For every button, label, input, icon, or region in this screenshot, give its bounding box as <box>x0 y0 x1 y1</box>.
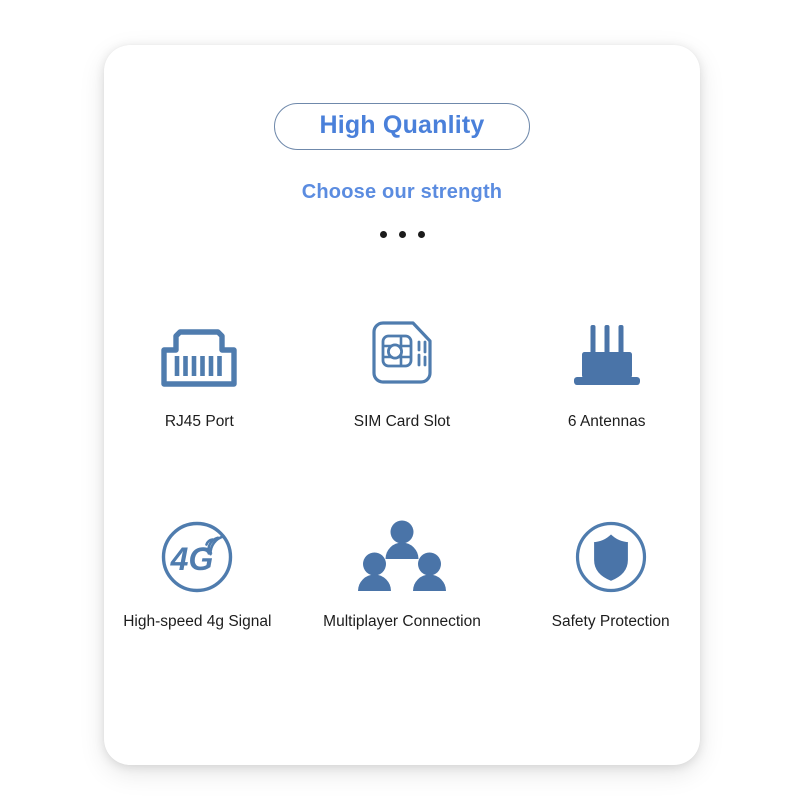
multiplayer-users-icon <box>357 515 446 599</box>
feature-label: Safety Protection <box>551 613 670 630</box>
feature-label: SIM Card Slot <box>353 413 451 430</box>
dots-separator <box>104 231 700 238</box>
feature-item-sim-card-slot: SIM Card Slot <box>303 315 502 431</box>
card-header: High Quanlity Choose our strength <box>104 45 700 238</box>
feature-label: 6 Antennas <box>567 413 646 430</box>
feature-label: Multiplayer Connection <box>323 613 481 630</box>
dot-2 <box>398 231 406 238</box>
feature-label: High-speed 4g Signal <box>123 613 272 630</box>
feature-card: High Quanlity Choose our strength RJ45 P… <box>104 45 700 765</box>
dot-3 <box>417 231 425 238</box>
dot-1 <box>379 231 387 238</box>
feature-label: RJ45 Port <box>164 413 234 430</box>
feature-item-antennas: 6 Antennas <box>507 315 706 431</box>
subtitle: Choose our strength <box>301 181 503 203</box>
shield-protection-icon <box>572 515 650 599</box>
feature-item-rj45-port: RJ45 Port <box>100 315 299 431</box>
page-title: High Quanlity <box>319 111 485 139</box>
router-antennas-icon <box>565 315 649 399</box>
sim-card-icon <box>364 315 440 399</box>
title-pill: High Quanlity <box>274 103 530 150</box>
feature-grid: RJ45 Port SIM Card Slot 6 Antennas 4G Hi… <box>104 315 700 631</box>
feature-item-safety-protection: Safety Protection <box>511 515 710 631</box>
page-root: High Quanlity Choose our strength RJ45 P… <box>0 0 800 800</box>
rj45-port-icon <box>156 315 242 399</box>
4g-signal-icon: 4G <box>158 515 236 599</box>
feature-item-multiplayer: Multiplayer Connection <box>303 515 502 631</box>
svg-text:4G: 4G <box>170 541 214 577</box>
feature-item-4g-signal: 4G High-speed 4g Signal <box>98 515 297 631</box>
